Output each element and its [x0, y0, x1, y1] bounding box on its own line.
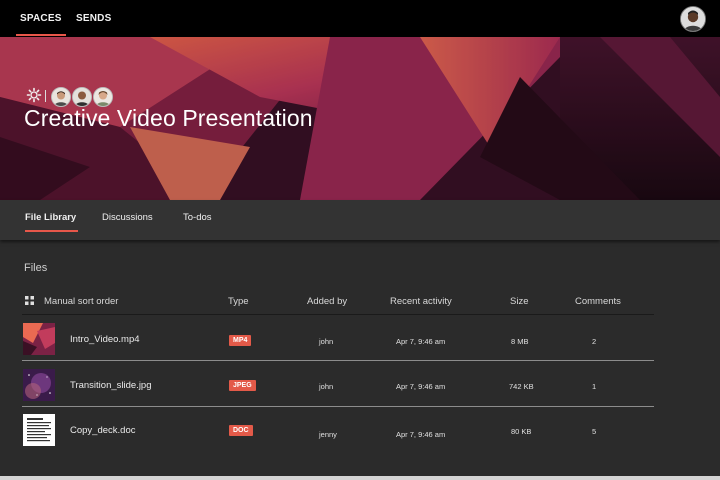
file-name[interactable]: Transition_slide.jpg: [70, 380, 152, 391]
file-name[interactable]: Copy_deck.doc: [70, 425, 135, 436]
table-row[interactable]: Intro_Video.mp4 MP4 john Apr 7, 9:46 am …: [0, 316, 720, 362]
column-header-comments[interactable]: Comments: [575, 296, 621, 307]
table-row[interactable]: Copy_deck.doc DOC jenny Apr 7, 9:46 am 8…: [0, 408, 720, 454]
member-avatar[interactable]: [51, 87, 71, 107]
comment-count[interactable]: 2: [592, 337, 596, 346]
nav-tab-sends[interactable]: SENDS: [76, 0, 111, 37]
meta-divider: [45, 90, 46, 102]
file-type-badge: JPEG: [229, 380, 256, 391]
user-avatar-icon: [681, 7, 705, 31]
member-avatar-icon: [52, 88, 70, 106]
tab-to-dos[interactable]: To-dos: [183, 200, 212, 236]
file-name[interactable]: Intro_Video.mp4: [70, 334, 140, 345]
space-subtabs: File Library Discussions To-dos: [0, 200, 720, 240]
nav-tab-spaces[interactable]: SPACES: [16, 0, 66, 37]
table-row[interactable]: Transition_slide.jpg JPEG john Apr 7, 9:…: [0, 362, 720, 408]
member-avatar-icon: [73, 88, 91, 106]
file-size: 80 KB: [511, 427, 532, 436]
file-type-badge: MP4: [229, 335, 252, 346]
recent-activity: Apr 7, 9:46 am: [396, 382, 446, 391]
comment-count[interactable]: 5: [592, 427, 596, 436]
comment-count[interactable]: 1: [592, 382, 596, 391]
user-avatar[interactable]: [680, 6, 706, 32]
tab-discussions[interactable]: Discussions: [102, 200, 153, 236]
column-header-type[interactable]: Type: [228, 296, 249, 307]
bottom-edge: [0, 476, 720, 480]
added-by: john: [319, 337, 334, 346]
file-thumbnail[interactable]: [23, 323, 55, 355]
file-size: 8 MB: [511, 337, 529, 346]
file-type-badge: DOC: [229, 425, 253, 436]
recent-activity: Apr 7, 9:46 am: [396, 337, 446, 346]
top-navigation: SPACES SENDS: [0, 0, 720, 37]
added-by: jenny: [319, 430, 337, 439]
member-avatar[interactable]: [72, 87, 92, 107]
recent-activity: Apr 7, 9:46 am: [396, 430, 446, 439]
document-thumbnail-icon: [23, 414, 55, 446]
column-header-recent-activity[interactable]: Recent activity: [390, 296, 452, 307]
row-divider: [22, 360, 654, 361]
space-hero-banner: Creative Video Presentation: [0, 37, 720, 200]
column-header-added-by[interactable]: Added by: [307, 296, 347, 307]
file-size: 742 KB: [509, 382, 534, 391]
tab-file-library[interactable]: File Library: [25, 200, 79, 236]
gear-icon[interactable]: [26, 87, 42, 103]
files-section-title: Files: [24, 262, 48, 274]
column-header-name[interactable]: Manual sort order: [44, 296, 118, 307]
header-divider: [22, 314, 654, 315]
member-avatar-icon: [94, 88, 112, 106]
space-title: Creative Video Presentation: [24, 105, 313, 131]
image-thumbnail-icon: [23, 369, 55, 401]
added-by: john: [319, 382, 334, 391]
grid-sort-icon[interactable]: [25, 296, 34, 305]
file-thumbnail[interactable]: [23, 369, 55, 401]
row-divider: [22, 406, 654, 407]
video-thumbnail-icon: [23, 323, 55, 355]
column-header-size[interactable]: Size: [510, 296, 528, 307]
file-thumbnail[interactable]: [23, 414, 55, 446]
member-avatar[interactable]: [93, 87, 113, 107]
